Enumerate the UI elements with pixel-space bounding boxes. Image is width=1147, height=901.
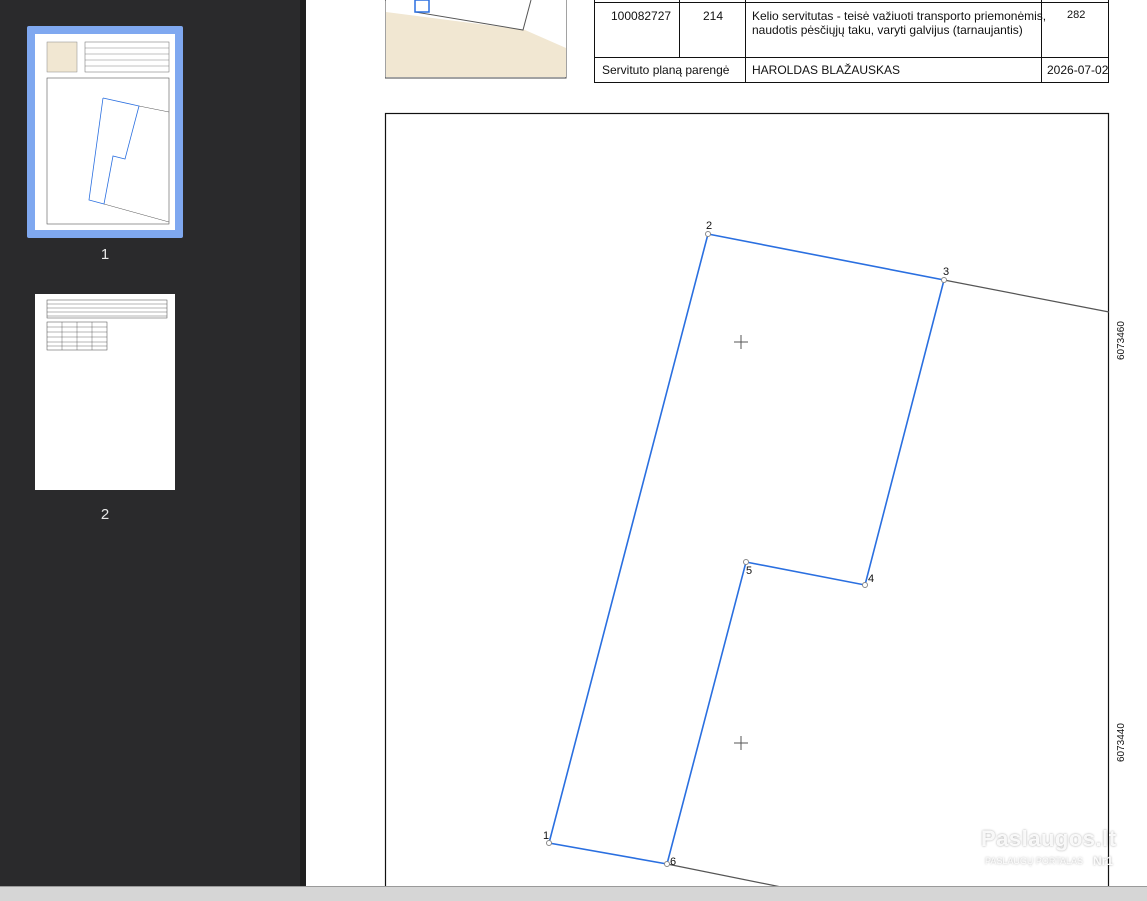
- watermark-badge: Nr1: [1093, 854, 1114, 868]
- grid-crosshair: [734, 736, 748, 750]
- vertex-label-4: 4: [868, 573, 874, 585]
- horizontal-scrollbar[interactable]: [0, 886, 1147, 901]
- vertex-marker: [664, 861, 670, 867]
- servitude-plan: 1 2 3 4 5 6 6073460 6073440: [384, 112, 1127, 888]
- vertex-label-1: 1: [543, 830, 549, 842]
- thumbnail-page-1[interactable]: [35, 34, 175, 230]
- grid-crosshair: [734, 335, 748, 349]
- servitude-polygon: [548, 233, 945, 865]
- watermark: Paslaugos.lt PASLAUGŲ PORTALAS Nr1: [981, 826, 1121, 880]
- document-viewport[interactable]: 100082727 214 Kelio servitutas - teisė v…: [306, 0, 1147, 888]
- vertex-marker: [705, 231, 711, 237]
- coordinate-label-6073460: 6073460: [1116, 321, 1127, 360]
- thumbnail-page-2-label: 2: [100, 506, 110, 523]
- vertex-marker: [743, 559, 749, 565]
- vertex-label-6: 6: [670, 856, 676, 868]
- vertex-label-2: 2: [706, 220, 712, 232]
- thumbnail-sidebar: 1 2: [0, 0, 300, 888]
- vertex-marker: [941, 277, 947, 283]
- thumbnail-page-2[interactable]: [35, 294, 175, 490]
- vertex-marker: [862, 582, 868, 588]
- thumbnail-page-1-label: 1: [100, 246, 110, 263]
- watermark-brand: Paslaugos.lt: [981, 826, 1117, 851]
- thumbnail-page-1-preview: [46, 41, 170, 225]
- coordinate-label-6073440: 6073440: [1116, 723, 1127, 762]
- watermark-tagline: PASLAUGŲ PORTALAS: [981, 854, 1088, 868]
- thumbnail-page-2-preview: [46, 299, 168, 351]
- vertex-label-3: 3: [943, 266, 949, 278]
- vertex-label-5: 5: [746, 565, 752, 577]
